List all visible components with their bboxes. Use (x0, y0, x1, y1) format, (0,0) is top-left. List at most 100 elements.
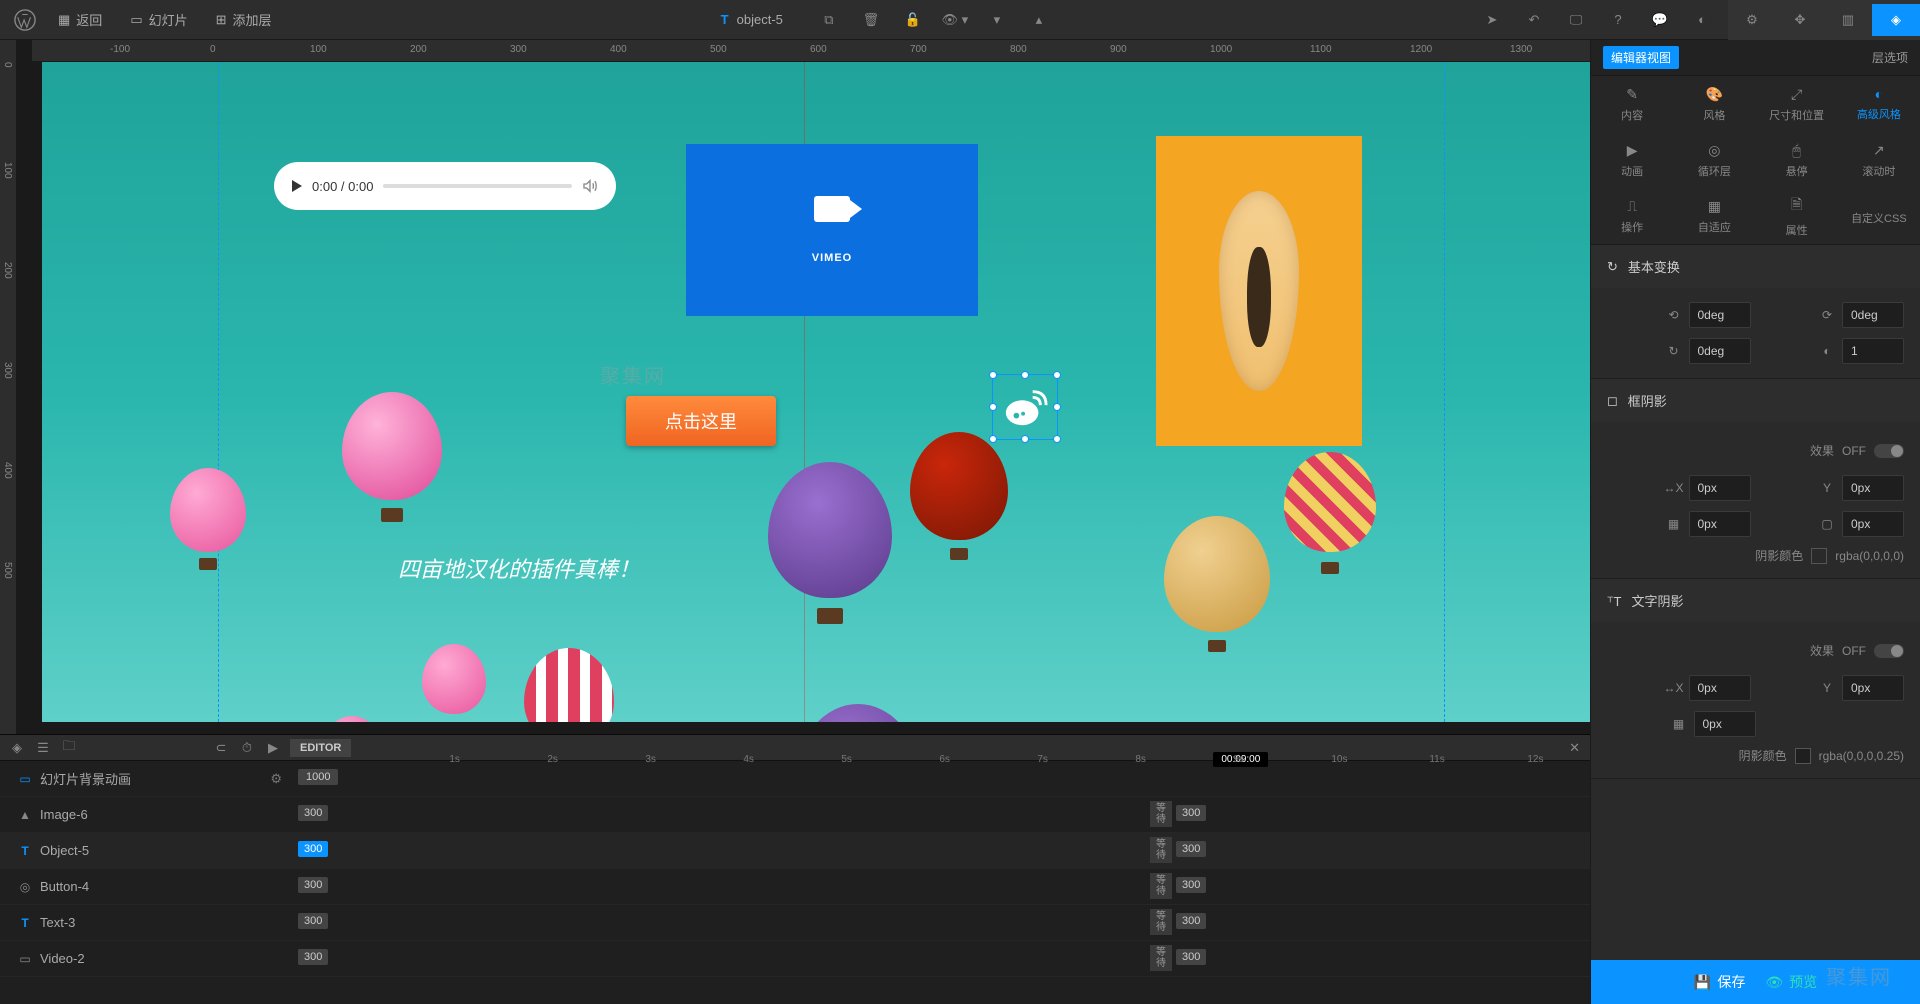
pointer-icon[interactable]: ➤ (1476, 4, 1508, 36)
prop-tab-内容[interactable]: ✎内容 (1591, 76, 1673, 132)
text-shadow-blur-input[interactable] (1694, 711, 1756, 737)
wait-chip[interactable]: 等 待 (1150, 801, 1172, 827)
settings-icon[interactable]: ⚙ (270, 771, 282, 787)
timeline-row[interactable]: ◎Button-4300等 待300 (0, 869, 1590, 905)
back-button[interactable]: ▦ 返回 (50, 4, 110, 35)
timeline-row[interactable]: ▲Image-6300等 待300 (0, 797, 1590, 833)
settings-icon[interactable]: ⚙ (1728, 4, 1776, 36)
prop-tab-动画[interactable]: ▶动画 (1591, 132, 1673, 188)
shadow-blur-input[interactable] (1689, 511, 1751, 537)
guide-left[interactable] (218, 62, 219, 722)
audio-layer[interactable]: 0:00 / 0:00 (274, 162, 616, 210)
text-shadow-y-input[interactable] (1842, 675, 1904, 701)
prop-tab-悬停[interactable]: 🖱悬停 (1756, 132, 1838, 188)
timeline-row[interactable]: TObject-5300等 待300 (0, 833, 1590, 869)
text-shadow-x-input[interactable] (1689, 675, 1751, 701)
shadow-color-swatch[interactable] (1811, 548, 1827, 564)
in-duration-chip[interactable]: 300 (298, 913, 328, 929)
snap-icon[interactable]: ⊂ (212, 732, 230, 764)
wait-chip[interactable]: 等 待 (1150, 873, 1172, 899)
prop-tab-操作[interactable]: ⎍操作 (1591, 188, 1673, 244)
button-layer[interactable]: 点击这里 (626, 396, 776, 446)
move-down-icon[interactable]: ▾ (981, 4, 1013, 36)
canvas[interactable]: 0:00 / 0:00 VIMEO 点击这里 (16, 62, 1590, 734)
guide-right[interactable] (1444, 62, 1445, 722)
prop-tab-滚动时[interactable]: ↗滚动时 (1838, 132, 1920, 188)
scale-input[interactable] (1842, 338, 1904, 364)
in-duration-chip[interactable]: 300 (298, 949, 328, 965)
selection-handles[interactable] (992, 374, 1058, 440)
delete-icon[interactable]: 🗑 (855, 4, 887, 36)
contrast-icon[interactable]: ◐ (1686, 4, 1718, 36)
wait-chip[interactable]: 等 待 (1150, 909, 1172, 935)
prop-label: 操作 (1621, 219, 1643, 235)
help-icon[interactable]: ? (1602, 4, 1634, 36)
undo-icon[interactable]: ↶ (1518, 4, 1550, 36)
add-layer-button[interactable]: ⊞ 添加层 (208, 4, 280, 35)
shadow-x-input[interactable] (1689, 475, 1751, 501)
timeline-mode-label[interactable]: EDITOR (290, 739, 351, 757)
out-duration-chip[interactable]: 300 (1176, 913, 1206, 929)
section-box-shadow[interactable]: ◻ 框阴影 (1591, 379, 1920, 422)
prop-tab-属性[interactable]: 🗎属性 (1756, 188, 1838, 244)
folder-icon[interactable]: 🗀 (60, 732, 78, 764)
wait-chip[interactable]: 等 待 (1150, 837, 1172, 863)
section-transform[interactable]: ↻ 基本变换 (1591, 245, 1920, 288)
play-icon[interactable] (292, 180, 302, 192)
out-duration-chip[interactable]: 300 (1176, 841, 1206, 857)
in-duration-chip[interactable]: 300 (298, 805, 328, 821)
hierarchy-icon[interactable]: ☰ (34, 732, 52, 764)
prop-tab-高级风格[interactable]: ◐高级风格 (1838, 76, 1920, 132)
move-up-icon[interactable]: ▴ (1023, 4, 1055, 36)
timeline-row-background[interactable]: ▭幻灯片背景动画⚙1000 (0, 761, 1590, 797)
close-timeline-icon[interactable]: ✕ (1559, 740, 1590, 756)
prop-tab-风格[interactable]: 🎨风格 (1673, 76, 1755, 132)
out-duration-chip[interactable]: 300 (1176, 805, 1206, 821)
prop-tab-循环层[interactable]: ◎循环层 (1673, 132, 1755, 188)
wordpress-logo[interactable] (12, 7, 38, 33)
timeline-row[interactable]: ▭Video-2300等 待300 (0, 941, 1590, 977)
image-layer[interactable] (1156, 136, 1362, 446)
duplicate-icon[interactable]: ⧉ (813, 4, 845, 36)
shadow-spread-input[interactable] (1842, 511, 1904, 537)
preview-button[interactable]: 👁 预览 (1765, 972, 1817, 992)
timeline-row[interactable]: TText-3300等 待300 (0, 905, 1590, 941)
monitor-icon[interactable]: 🖵 (1560, 4, 1592, 36)
text-shadow-color-swatch[interactable] (1795, 748, 1811, 764)
audio-progress[interactable] (383, 184, 572, 188)
duration-chip[interactable]: 1000 (298, 769, 338, 785)
play-timeline-icon[interactable]: ▶ (264, 732, 282, 764)
tab-layer-options[interactable]: 层选项 (1872, 49, 1908, 66)
prop-tab-尺寸和位置[interactable]: ⤢尺寸和位置 (1756, 76, 1838, 132)
rotate-x-input[interactable] (1689, 302, 1751, 328)
prop-label: 自定义CSS (1851, 210, 1907, 226)
navigation-icon[interactable]: ✥ (1776, 4, 1824, 36)
in-duration-chip[interactable]: 300 (298, 841, 328, 857)
text-shadow-toggle[interactable] (1874, 644, 1904, 658)
prop-tab-自适应[interactable]: ▦自适应 (1673, 188, 1755, 244)
out-duration-chip[interactable]: 300 (1176, 949, 1206, 965)
layers-panel-icon[interactable]: ◈ (1872, 4, 1920, 36)
visibility-icon[interactable]: 👁 ▾ (939, 4, 971, 36)
text-layer[interactable]: 四亩地汉化的插件真棒！ (398, 552, 640, 584)
layers-icon[interactable]: ◈ (8, 732, 26, 764)
shadow-y-input[interactable] (1842, 475, 1904, 501)
tab-editor-view[interactable]: 编辑器视图 (1603, 46, 1679, 69)
wait-chip[interactable]: 等 待 (1150, 945, 1172, 971)
effect-label: 效果 (1810, 442, 1834, 459)
box-shadow-toggle[interactable] (1874, 444, 1904, 458)
prop-tab-自定义CSS[interactable]: 自定义CSS (1838, 188, 1920, 244)
slides-button[interactable]: ▭ 幻灯片 (122, 4, 195, 35)
volume-icon[interactable] (582, 178, 598, 194)
chat-icon[interactable]: 💬 (1644, 4, 1676, 36)
stopwatch-icon[interactable]: ⏱ (238, 732, 256, 764)
rotate-y-input[interactable] (1842, 302, 1904, 328)
in-duration-chip[interactable]: 300 (298, 877, 328, 893)
video-layer[interactable]: VIMEO (686, 144, 978, 316)
rotate-z-input[interactable] (1689, 338, 1751, 364)
panel-icon[interactable]: ▥ (1824, 4, 1872, 36)
out-duration-chip[interactable]: 300 (1176, 877, 1206, 893)
lock-icon[interactable]: 🔓 (897, 4, 929, 36)
save-button[interactable]: 💾 保存 (1694, 972, 1745, 992)
section-text-shadow[interactable]: ⸆T 文字阴影 (1591, 579, 1920, 622)
